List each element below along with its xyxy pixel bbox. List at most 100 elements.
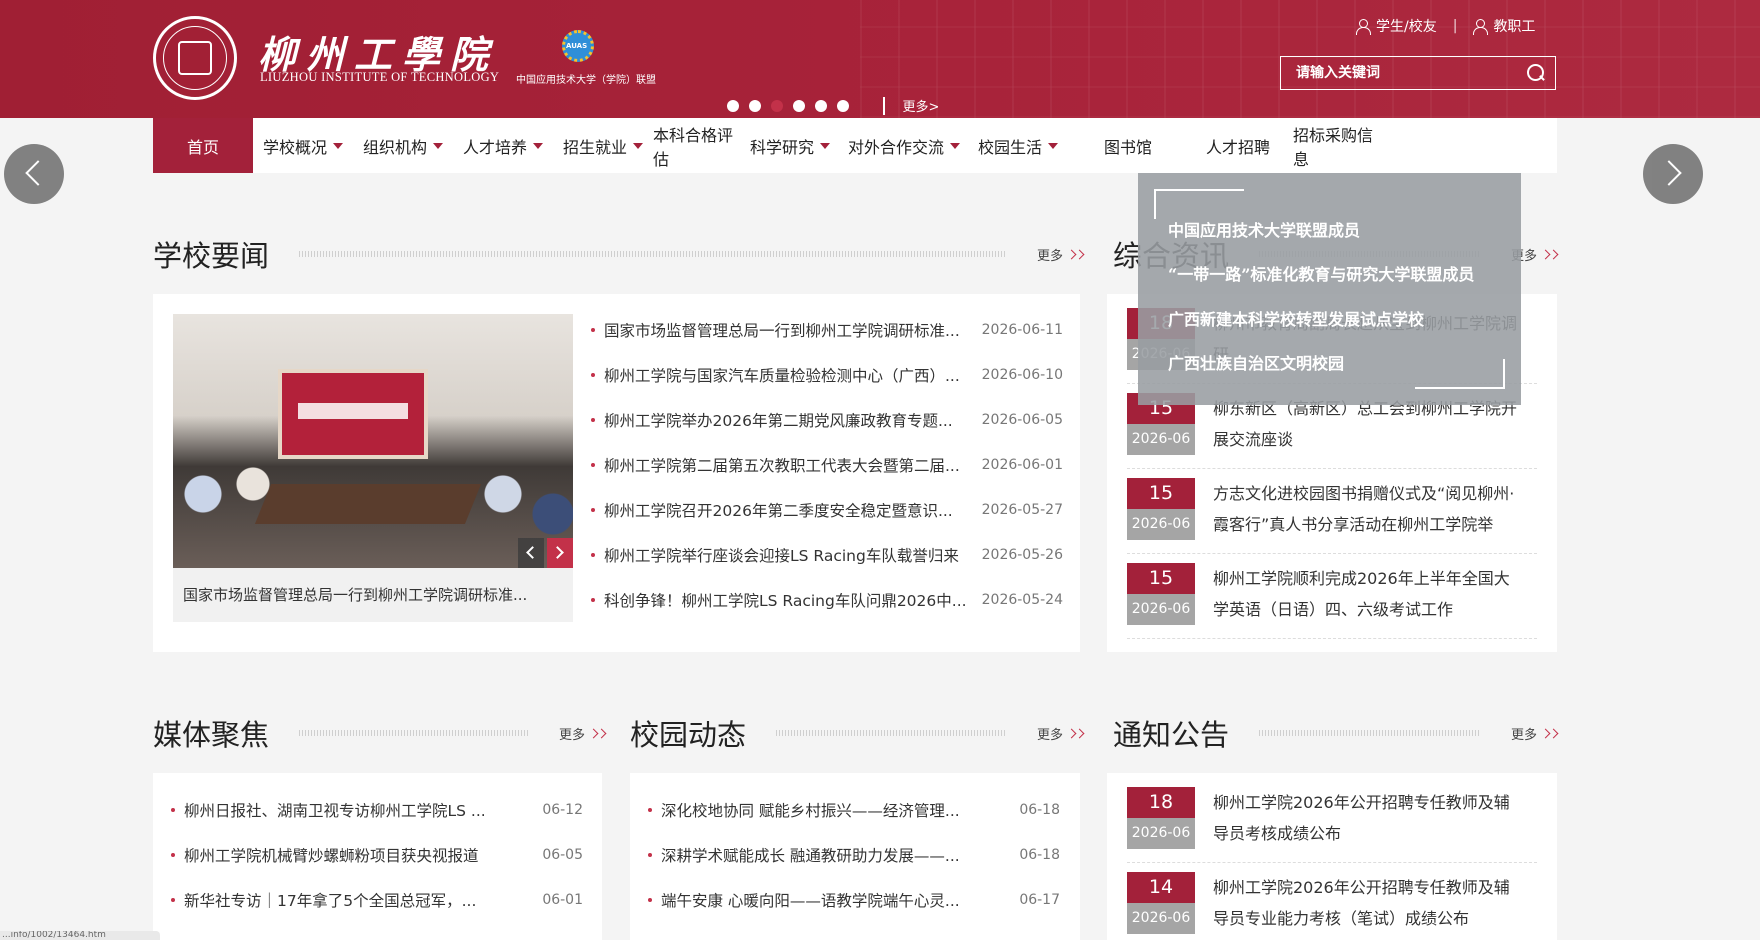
media-more-link[interactable]: 更多 xyxy=(559,724,607,743)
chevron-right-icon xyxy=(596,728,607,738)
campus-more-link[interactable]: 更多 xyxy=(1037,724,1085,743)
campus-header: 校园动态 更多 xyxy=(630,712,1085,754)
nav-item[interactable]: 图书馆 xyxy=(1073,118,1183,173)
notices-panel: 18 2026-06 柳州工学院2026年公开招聘专任教师及辅导员考核成绩公布 14 2… xyxy=(1107,773,1557,940)
bullet-icon xyxy=(171,897,175,902)
news-entry[interactable]: 18 2026-06 柳州工学院2026年公开招聘专任教师及辅导员考核成绩公布 xyxy=(1127,778,1537,863)
list-item[interactable]: 柳州工学院机械臂炒螺蛳粉项目获央视报道 06-05 xyxy=(171,832,583,877)
news-photo[interactable] xyxy=(173,314,573,568)
nav-item[interactable]: 本科合格评估 xyxy=(653,118,735,173)
search-input[interactable] xyxy=(1281,65,1511,81)
item-date: 2026-05-26 xyxy=(981,546,1063,563)
notices-more-link[interactable]: 更多 xyxy=(1511,724,1559,743)
nav-item-label: 人才招聘 xyxy=(1205,137,1270,157)
photo-prev-button[interactable] xyxy=(518,538,544,568)
list-item[interactable]: 柳州工学院召开2026年第二季度安全稳定暨意识... 2026-05-27 xyxy=(591,487,1063,532)
banner-more-link[interactable]: 更多> xyxy=(903,96,940,115)
school-seal-logo[interactable] xyxy=(153,16,237,100)
main-nav: 首页 学校概况 组织机构 人才培养 招生就业 本科合格评估 科学研究 对外合作交流 校园生活 图书… xyxy=(153,118,1557,173)
item-title: 柳州工学院第二届第五次教职工代表大会暨第二届... xyxy=(604,456,960,475)
list-item[interactable]: 国家市场监督管理总局一行到柳州工学院调研标准... 2026-06-11 xyxy=(591,307,1063,352)
item-title: 深化校地协同 赋能乡村振兴——经济管理... xyxy=(661,801,960,820)
item-title: 柳州工学院举办2026年第二期党风廉政教育专题... xyxy=(604,411,953,430)
item-title: 国家市场监督管理总局一行到柳州工学院调研标准... xyxy=(604,321,960,340)
nav-item[interactable]: 学校概况 xyxy=(253,118,353,173)
banner-next-button[interactable] xyxy=(1643,144,1703,204)
staff-link[interactable]: 教职工 xyxy=(1473,16,1535,36)
nav-item-label: 招生就业 xyxy=(562,137,627,157)
list-item[interactable]: 柳州工学院与国家汽车质量检验检测中心（广西）... 2026-06-10 xyxy=(591,352,1063,397)
banner-dot[interactable] xyxy=(837,99,849,112)
list-item[interactable]: 柳州工学院举行座谈会迎接LS Racing车队载誉归来 2026-05-26 xyxy=(591,532,1063,577)
banner-dot[interactable] xyxy=(815,99,827,112)
nav-item[interactable]: 科学研究 xyxy=(735,118,845,173)
list-item[interactable]: 科创争锋！柳州工学院LS Racing车队问鼎2026中... 2026-05-2… xyxy=(591,577,1063,622)
item-date: 06-05 xyxy=(542,846,583,863)
nav-item[interactable]: 招标采购信息 xyxy=(1293,118,1383,173)
chevron-right-icon xyxy=(1074,249,1085,259)
list-item[interactable]: 深化校地协同 赋能乡村振兴——经济管理... 06-18 xyxy=(648,787,1060,832)
caret-down-icon xyxy=(533,142,543,149)
search-icon[interactable] xyxy=(1527,64,1545,82)
nav-item[interactable]: 人才培养 xyxy=(453,118,553,173)
bullet-icon xyxy=(591,552,595,557)
list-item[interactable]: 柳州工学院第二届第五次教职工代表大会暨第二届... 2026-06-01 xyxy=(591,442,1063,487)
nav-item-label: 校园生活 xyxy=(977,137,1042,157)
banner-prev-button[interactable] xyxy=(4,144,64,204)
news-entry[interactable]: 15 2026-06 方志文化进校园图书捐赠仪式及“阅见柳州·霞客行”真人书分享活动… xyxy=(1127,469,1537,554)
item-title: 深耕学术赋能成长 融通教研助力发展——... xyxy=(661,846,960,865)
chevron-left-icon xyxy=(25,160,51,186)
decorative-corner xyxy=(1154,189,1244,219)
banner-dot[interactable] xyxy=(749,99,761,112)
list-item[interactable]: 新华社专访｜17年拿了5个全国总冠军，... 06-01 xyxy=(171,877,583,922)
nav-item[interactable]: 校园生活 xyxy=(963,118,1073,173)
date-badge: 15 2026-06 xyxy=(1127,563,1195,625)
photo-caption[interactable]: 国家市场监督管理总局一行到柳州工学院调研标准... xyxy=(173,568,573,622)
item-title: 柳州工学院机械臂炒螺蛳粉项目获央视报道 xyxy=(184,846,479,865)
nav-item[interactable]: 组织机构 xyxy=(353,118,453,173)
item-date: 06-18 xyxy=(1019,801,1060,818)
honors-overlay: 中国应用技术大学联盟成员 “一带一路”标准化教育与研究大学联盟成员 广西新建本科… xyxy=(1138,173,1521,405)
school-news-more-link[interactable]: 更多 xyxy=(1037,245,1085,264)
nav-item[interactable]: 人才招聘 xyxy=(1183,118,1293,173)
section-title: 媒体聚焦 xyxy=(153,718,270,752)
bullet-icon xyxy=(171,807,175,812)
nav-item[interactable]: 首页 xyxy=(153,118,253,173)
date-year-month: 2026-06 xyxy=(1127,818,1195,849)
item-date: 2026-06-01 xyxy=(981,456,1063,473)
decorative-corner xyxy=(1415,359,1505,389)
item-date: 06-17 xyxy=(1019,891,1060,908)
list-item[interactable]: 深耕学术赋能成长 融通教研助力发展——... 06-18 xyxy=(648,832,1060,877)
school-news-list: 国家市场监督管理总局一行到柳州工学院调研标准... 2026-06-11 柳州工学院… xyxy=(591,307,1063,622)
entry-title: 柳州工学院2026年公开招聘专任教师及辅导员考核成绩公布 xyxy=(1213,793,1510,843)
photo-next-button[interactable] xyxy=(547,538,573,568)
caret-down-icon xyxy=(950,142,960,149)
item-date: 2026-06-10 xyxy=(981,366,1063,383)
school-news-header: 学校要闻 更多 xyxy=(153,233,1085,275)
nav-item-label: 本科合格评估 xyxy=(653,125,734,169)
honor-item: 广西壮族自治区文明校园 xyxy=(1168,354,1345,373)
student-alumni-link[interactable]: 学生/校友 xyxy=(1356,16,1437,36)
list-item[interactable]: 柳州工学院举办2026年第二期党风廉政教育专题... 2026-06-05 xyxy=(591,397,1063,442)
honor-item: 广西新建本科学校转型发展试点学校 xyxy=(1168,310,1425,329)
date-day: 15 xyxy=(1127,478,1195,509)
chevron-right-icon xyxy=(1548,249,1559,259)
banner-dot[interactable] xyxy=(771,99,783,112)
news-entry[interactable]: 15 2026-06 柳州工学院顺利完成2026年上半年全国大学英语（日语）四、六级… xyxy=(1127,554,1537,639)
nav-item[interactable]: 招生就业 xyxy=(553,118,653,173)
chevron-right-icon xyxy=(1074,728,1085,738)
news-entry[interactable]: 14 2026-06 柳州工学院2026年公开招聘专任教师及辅导员专业能力考核（笔试… xyxy=(1127,863,1537,940)
bullet-icon xyxy=(648,852,652,857)
list-item[interactable]: 柳州日报社、湖南卫视专访柳州工学院LS ... 06-12 xyxy=(171,787,583,832)
bullet-icon xyxy=(591,462,595,467)
nav-item[interactable]: 对外合作交流 xyxy=(845,118,963,173)
banner-dot[interactable] xyxy=(727,99,739,112)
list-item[interactable]: 端午安康 心暖向阳——语教学院端午心灵... 06-17 xyxy=(648,877,1060,922)
nav-item-label: 首页 xyxy=(186,137,219,157)
caret-down-icon xyxy=(820,142,830,149)
nav-item-label: 图书馆 xyxy=(1103,137,1152,157)
nav-item-label: 招标采购信息 xyxy=(1293,125,1374,169)
banner-dot[interactable] xyxy=(793,99,805,112)
item-date: 06-12 xyxy=(542,801,583,818)
chevron-right-icon xyxy=(551,546,564,559)
